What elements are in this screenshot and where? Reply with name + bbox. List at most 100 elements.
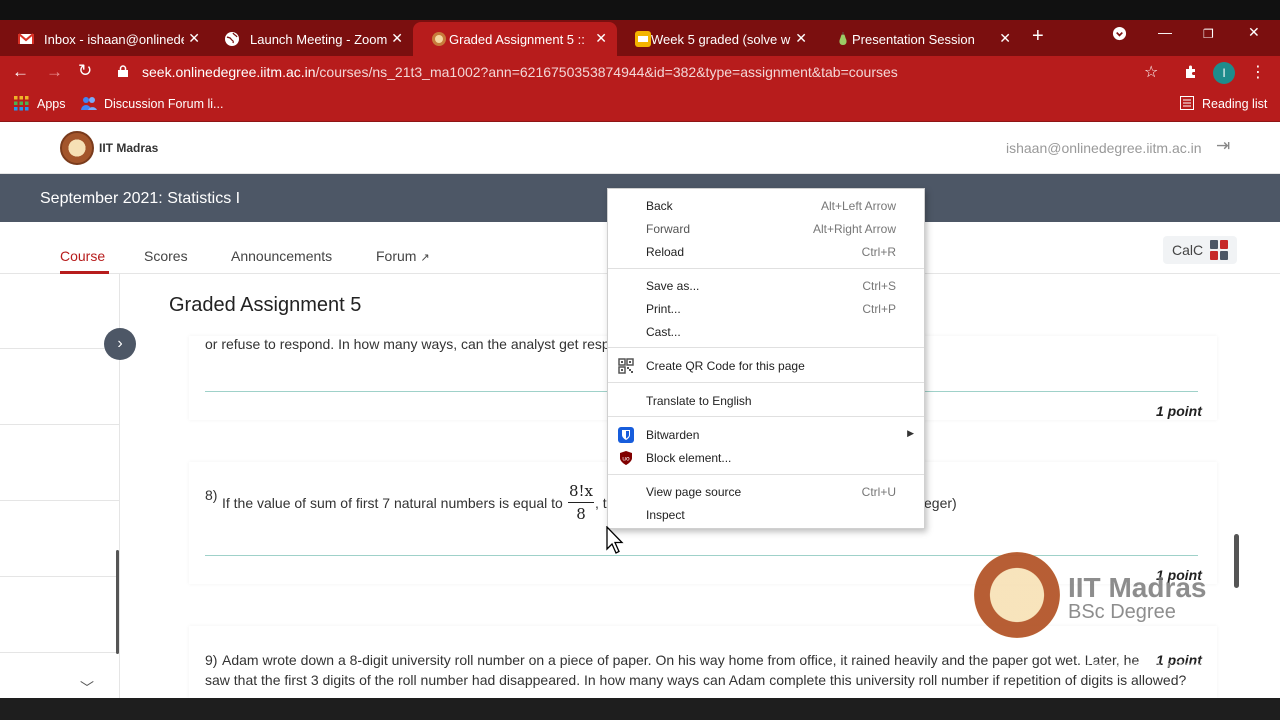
mouse-cursor-icon bbox=[606, 525, 626, 554]
browser-tab-strip: Inbox - ishaan@onlinedeg ✕ Launch Meetin… bbox=[0, 20, 1280, 56]
iitm-favicon-icon bbox=[431, 31, 447, 47]
context-block-element[interactable]: uo Block element... bbox=[608, 447, 924, 469]
pear-icon bbox=[835, 31, 851, 47]
question-8-text-end: eger) bbox=[924, 495, 957, 511]
address-bar[interactable]: seek.onlinedegree.iitm.ac.in/courses/ns_… bbox=[142, 64, 898, 80]
context-reload[interactable]: Reload Ctrl+R bbox=[608, 241, 924, 263]
main-scrollbar[interactable] bbox=[1234, 534, 1239, 588]
tab-announcements[interactable]: Announcements bbox=[231, 248, 332, 264]
extensions-puzzle-icon[interactable] bbox=[1183, 64, 1199, 85]
logout-icon[interactable]: ⇥ bbox=[1216, 136, 1230, 156]
url-host: seek.onlinedegree.iitm.ac.in bbox=[142, 64, 316, 80]
submenu-arrow-icon: ▶ bbox=[907, 428, 914, 438]
question-9-line-1: Adam wrote down a 8-digit university rol… bbox=[222, 652, 1140, 668]
tab-graded-assignment[interactable]: Graded Assignment 5 :: II ✕ bbox=[413, 22, 617, 56]
context-cast-label: Cast... bbox=[646, 325, 681, 339]
chevron-down-icon[interactable]: ﹀ bbox=[80, 678, 94, 698]
window-close-icon[interactable]: ✕ bbox=[1248, 24, 1260, 41]
lock-icon bbox=[118, 64, 128, 77]
external-link-icon: ↗ bbox=[420, 252, 430, 264]
context-forward-shortcut: Alt+Right Arrow bbox=[812, 222, 896, 236]
sidebar-divider bbox=[0, 424, 120, 425]
context-separator bbox=[608, 474, 924, 475]
tab-title: Launch Meeting - Zoom bbox=[250, 31, 388, 47]
context-forward[interactable]: Forward Alt+Right Arrow bbox=[608, 218, 924, 240]
context-translate[interactable]: Translate to English bbox=[608, 390, 924, 412]
question-8-fraction: 8!x 8 bbox=[568, 482, 594, 523]
context-view-source-label: View page source bbox=[646, 485, 742, 499]
new-tab-button[interactable]: + bbox=[1032, 25, 1044, 48]
answer-input-8[interactable] bbox=[205, 555, 1198, 556]
question-8-number: 8) bbox=[205, 487, 218, 503]
close-icon[interactable]: ✕ bbox=[999, 30, 1011, 47]
tab-week5[interactable]: Week 5 graded (solve wit ✕ bbox=[617, 22, 817, 56]
tab-search-icon[interactable] bbox=[1112, 26, 1127, 44]
watermark-title: IIT Madras bbox=[1068, 572, 1207, 603]
question-8-text: If the value of sum of first 7 natural n… bbox=[222, 495, 563, 511]
reload-icon[interactable]: ↻ bbox=[78, 61, 92, 81]
tab-forum[interactable]: Forum ↗ bbox=[376, 248, 430, 264]
bitwarden-shield-icon bbox=[618, 427, 634, 443]
context-reload-shortcut: Ctrl+R bbox=[861, 245, 896, 259]
context-forward-label: Forward bbox=[646, 222, 691, 236]
context-back[interactable]: Back Alt+Left Arrow bbox=[608, 195, 924, 217]
apps-grid-icon bbox=[14, 96, 29, 114]
tab-course[interactable]: Course bbox=[60, 248, 105, 264]
context-qr-code[interactable]: Create QR Code for this page bbox=[608, 355, 924, 377]
minimize-icon[interactable]: — bbox=[1158, 24, 1172, 40]
watermark-subtitle: BSc Degree bbox=[1068, 601, 1176, 623]
sidebar-scrollbar[interactable] bbox=[116, 550, 119, 654]
browser-toolbar: ← → ↻ seek.onlinedegree.iitm.ac.in/cours… bbox=[0, 56, 1280, 88]
reading-list-button[interactable]: Reading list bbox=[1202, 97, 1267, 111]
tab-presentation[interactable]: Presentation Session ✕ bbox=[817, 22, 1021, 56]
close-icon[interactable]: ✕ bbox=[188, 30, 200, 47]
question-7-text: or refuse to respond. In how many ways, … bbox=[205, 336, 618, 352]
context-reload-label: Reload bbox=[646, 245, 685, 259]
sidebar-divider bbox=[0, 652, 120, 653]
context-bitwarden-label: Bitwarden bbox=[646, 428, 700, 442]
context-translate-label: Translate to English bbox=[646, 394, 752, 408]
tab-title: Presentation Session bbox=[852, 31, 975, 47]
screen-top-band bbox=[0, 0, 1280, 20]
globe-icon bbox=[224, 31, 240, 47]
context-save-as-label: Save as... bbox=[646, 279, 700, 293]
question-9-line-2: saw that the first 3 digits of the roll … bbox=[205, 672, 1187, 688]
context-separator bbox=[608, 382, 924, 383]
context-print-label: Print... bbox=[646, 302, 681, 316]
context-print[interactable]: Print... Ctrl+P bbox=[608, 298, 924, 320]
close-icon[interactable]: ✕ bbox=[795, 30, 807, 47]
expand-sidebar-button[interactable]: › bbox=[104, 328, 136, 360]
context-bitwarden[interactable]: Bitwarden ▶ bbox=[608, 424, 924, 446]
bookmark-discussion-forum[interactable]: Discussion Forum li... bbox=[104, 97, 223, 111]
question-9-number: 9) bbox=[205, 652, 218, 668]
context-inspect[interactable]: Inspect bbox=[608, 504, 924, 526]
context-cast[interactable]: Cast... bbox=[608, 321, 924, 343]
context-save-as[interactable]: Save as... Ctrl+S bbox=[608, 275, 924, 297]
tab-zoom[interactable]: Launch Meeting - Zoom ✕ bbox=[206, 22, 413, 56]
back-arrow-icon[interactable]: ← bbox=[12, 62, 29, 82]
restore-icon[interactable]: ❐ bbox=[1203, 27, 1214, 41]
tab-scores[interactable]: Scores bbox=[144, 248, 188, 264]
tab-title: Week 5 graded (solve wit bbox=[651, 31, 791, 47]
calc-label: CalC bbox=[1172, 242, 1204, 258]
iitm-logo-icon[interactable] bbox=[60, 131, 94, 165]
context-view-source[interactable]: View page source Ctrl+U bbox=[608, 481, 924, 503]
question-7-points: 1 point bbox=[1156, 403, 1202, 419]
menu-kebab-icon[interactable]: ⋮ bbox=[1250, 62, 1266, 82]
bookmark-apps[interactable]: Apps bbox=[37, 97, 66, 111]
gmail-icon bbox=[18, 31, 34, 47]
user-email: ishaan@onlinedegree.iitm.ac.in bbox=[1006, 140, 1202, 156]
close-icon[interactable]: ✕ bbox=[391, 30, 403, 47]
bookmarks-bar: Apps Discussion Forum li... Reading list bbox=[0, 88, 1280, 122]
context-separator bbox=[608, 268, 924, 269]
context-save-as-shortcut: Ctrl+S bbox=[862, 279, 896, 293]
ublock-shield-icon: uo bbox=[618, 450, 634, 466]
profile-avatar[interactable]: I bbox=[1213, 62, 1235, 84]
screen: Inbox - ishaan@onlinedeg ✕ Launch Meetin… bbox=[0, 0, 1280, 720]
tab-gmail[interactable]: Inbox - ishaan@onlinedeg ✕ bbox=[0, 22, 210, 56]
iitm-seal-watermark-icon bbox=[974, 552, 1060, 638]
forward-arrow-icon[interactable]: → bbox=[46, 62, 63, 82]
bookmark-star-icon[interactable]: ☆ bbox=[1144, 62, 1158, 82]
close-icon[interactable]: ✕ bbox=[595, 30, 607, 47]
screen-bottom-band bbox=[0, 698, 1280, 720]
